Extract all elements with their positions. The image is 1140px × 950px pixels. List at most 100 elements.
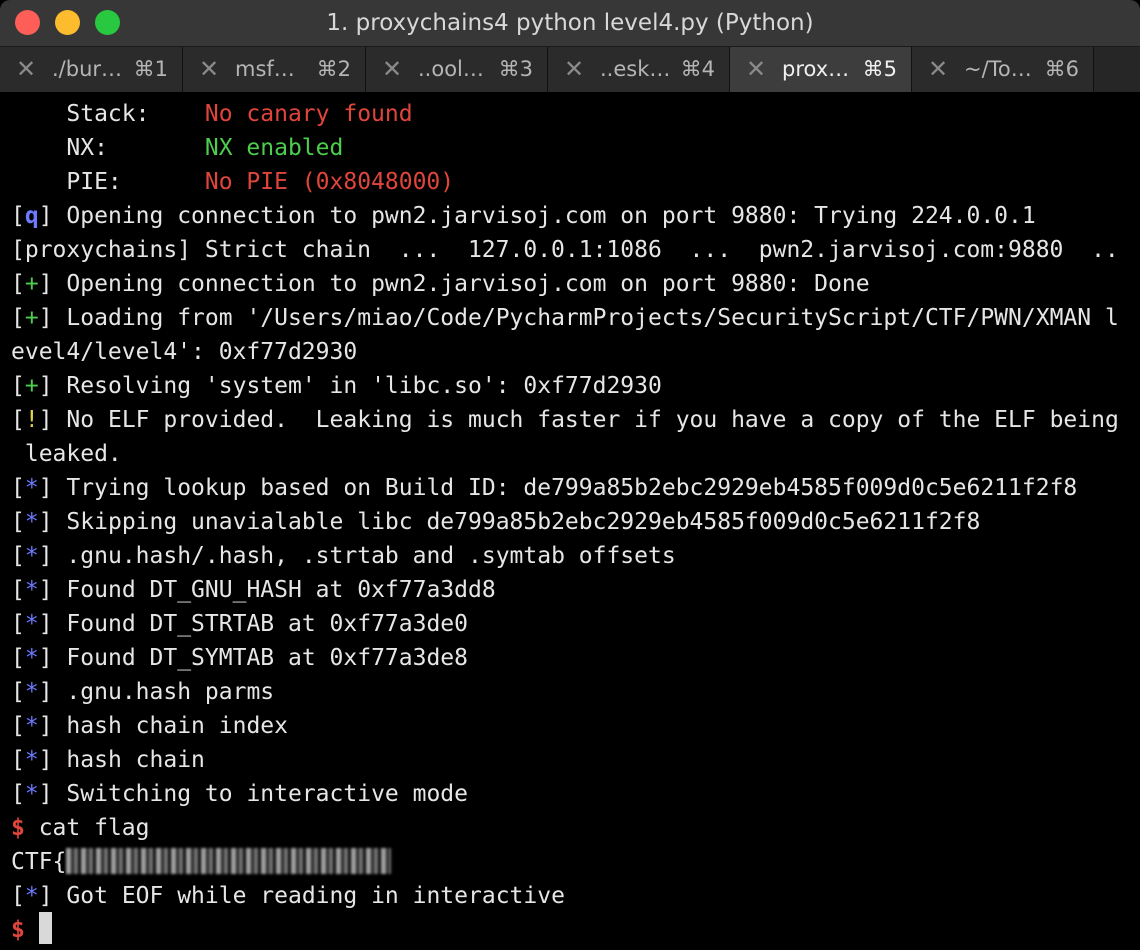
checksec-key: PIE: bbox=[11, 169, 205, 195]
log-text: .gnu.hash/.hash, .strtab and .symtab off… bbox=[52, 543, 676, 569]
checksec-value: NX enabled bbox=[204, 135, 344, 161]
tab-bar: ✕ ./bur… ⌘1 ✕ msf… ⌘2 ✕ ..ool… ⌘3 ✕ ..es… bbox=[0, 46, 1140, 92]
close-icon[interactable]: ✕ bbox=[928, 47, 948, 92]
log-tag: * bbox=[24, 509, 39, 535]
log-tag: + bbox=[24, 271, 39, 297]
tab-label: prox… bbox=[782, 57, 850, 81]
tab-5[interactable]: ✕ prox… ⌘5 bbox=[730, 47, 912, 92]
checksec-key: NX: bbox=[11, 135, 205, 161]
close-icon[interactable]: ✕ bbox=[16, 47, 36, 92]
log-text: Found DT_STRTAB at 0xf77a3de0 bbox=[52, 611, 468, 637]
log-text: Opening connection to pwn2.jarvisoj.com … bbox=[52, 203, 1036, 229]
log-line: [*] .gnu.hash parms bbox=[11, 679, 275, 705]
tab-shortcut: ⌘5 bbox=[862, 57, 897, 81]
tab-2[interactable]: ✕ msf… ⌘2 bbox=[183, 47, 366, 92]
tab-label: msf… bbox=[235, 57, 295, 81]
log-line: [*] Found DT_GNU_HASH at 0xf77a3dd8 bbox=[11, 577, 496, 603]
log-line: [*] Skipping unavialable libc de799a85b2… bbox=[11, 509, 981, 535]
log-tag: * bbox=[24, 713, 39, 739]
log-text: hash chain bbox=[52, 747, 205, 773]
close-icon[interactable]: ✕ bbox=[564, 47, 584, 92]
log-tag: * bbox=[24, 543, 39, 569]
tab-shortcut: ⌘3 bbox=[498, 57, 533, 81]
window-title: 1. proxychains4 python level4.py (Python… bbox=[326, 10, 814, 36]
terminal-output[interactable]: Stack: No canary found NX: NX enabled PI… bbox=[0, 92, 1140, 950]
checksec-key: Stack: bbox=[11, 101, 205, 127]
log-text: evel4/level4': 0xf77d2930 bbox=[11, 339, 358, 365]
tab-label: ..ool… bbox=[418, 57, 484, 81]
log-text: Skipping unavialable libc de799a85b2ebc2… bbox=[52, 509, 981, 535]
log-text: Resolving 'system' in 'libc.so': 0xf77d2… bbox=[52, 373, 662, 399]
log-tag: * bbox=[24, 679, 39, 705]
log-line: evel4/level4': 0xf77d2930 bbox=[11, 335, 357, 369]
log-text: Found DT_SYMTAB at 0xf77a3de8 bbox=[52, 645, 468, 671]
title-bar: 1. proxychains4 python level4.py (Python… bbox=[0, 0, 1140, 46]
shell-prompt: $ bbox=[11, 917, 25, 943]
log-tag: ! bbox=[24, 407, 39, 433]
log-tag: * bbox=[24, 475, 39, 501]
log-text: Trying lookup based on Build ID: de799a8… bbox=[52, 475, 1078, 501]
log-line: [+] Opening connection to pwn2.jarvisoj.… bbox=[11, 271, 870, 297]
log-tag: + bbox=[24, 373, 39, 399]
shell-prompt: $ bbox=[11, 815, 25, 841]
text-cursor bbox=[39, 912, 52, 944]
log-text: Opening connection to pwn2.jarvisoj.com … bbox=[52, 271, 870, 297]
log-text: Got EOF while reading in interactive bbox=[52, 883, 565, 909]
log-tag: + bbox=[24, 305, 39, 331]
tab-1[interactable]: ✕ ./bur… ⌘1 bbox=[0, 47, 183, 92]
log-line: [*] .gnu.hash/.hash, .strtab and .symtab… bbox=[11, 543, 676, 569]
log-line: [*] hash chain bbox=[11, 747, 205, 773]
log-text: hash chain index bbox=[52, 713, 288, 739]
command-text: cat flag bbox=[24, 815, 150, 841]
log-tag: * bbox=[24, 883, 39, 909]
log-line: leaked. bbox=[11, 437, 122, 471]
log-tag: * bbox=[24, 577, 39, 603]
log-line: [*] Found DT_STRTAB at 0xf77a3de0 bbox=[11, 611, 468, 637]
checksec-value: No PIE (0x8048000) bbox=[204, 169, 455, 195]
log-line: [*] hash chain index bbox=[11, 713, 288, 739]
tab-label: ~/To… bbox=[964, 57, 1032, 81]
checksec-nx-line: NX: NX enabled bbox=[11, 131, 343, 165]
tab-label: ..esk… bbox=[600, 57, 671, 81]
tab-3[interactable]: ✕ ..ool… ⌘3 bbox=[366, 47, 548, 92]
log-line: [+] Loading from '/Users/miao/Code/Pycha… bbox=[11, 305, 1119, 331]
command-line: $ cat flag bbox=[11, 811, 149, 845]
log-tag: q bbox=[24, 203, 39, 229]
log-tag: * bbox=[24, 645, 39, 671]
log-line: [*] Switching to interactive mode bbox=[11, 781, 468, 807]
log-text: Found DT_GNU_HASH at 0xf77a3dd8 bbox=[52, 577, 496, 603]
log-line: [!] No ELF provided. Leaking is much fas… bbox=[11, 407, 1119, 433]
log-text: Loading from '/Users/miao/Code/PycharmPr… bbox=[52, 305, 1119, 331]
redacted-flag bbox=[66, 848, 392, 874]
log-line: [q] Opening connection to pwn2.jarvisoj.… bbox=[11, 203, 1036, 229]
tab-shortcut: ⌘6 bbox=[1044, 57, 1079, 81]
log-tag: * bbox=[24, 747, 39, 773]
log-line: [+] Resolving 'system' in 'libc.so': 0xf… bbox=[11, 373, 662, 399]
checksec-pie-line: PIE: No PIE (0x8048000) bbox=[11, 165, 454, 199]
checksec-stack-line: Stack: No canary found bbox=[11, 97, 412, 131]
eof-line: [*] Got EOF while reading in interactive bbox=[11, 883, 565, 909]
log-text: [proxychains] Strict chain ... 127.0.0.1… bbox=[11, 237, 1119, 263]
flag-line: CTF{ bbox=[11, 845, 392, 879]
tab-shortcut: ⌘2 bbox=[316, 57, 351, 81]
final-prompt-line: $ bbox=[11, 913, 25, 947]
tab-6[interactable]: ✕ ~/To… ⌘6 bbox=[912, 47, 1094, 92]
log-text: .gnu.hash parms bbox=[52, 679, 275, 705]
tab-4[interactable]: ✕ ..esk… ⌘4 bbox=[548, 47, 730, 92]
log-line: [*] Found DT_SYMTAB at 0xf77a3de8 bbox=[11, 645, 468, 671]
log-text: Switching to interactive mode bbox=[52, 781, 468, 807]
flag-prefix: CTF{ bbox=[11, 849, 67, 875]
log-tag: * bbox=[24, 781, 39, 807]
log-tag: * bbox=[24, 611, 39, 637]
log-line: [*] Trying lookup based on Build ID: de7… bbox=[11, 475, 1078, 501]
terminal-window: 1. proxychains4 python level4.py (Python… bbox=[0, 0, 1140, 950]
close-icon[interactable]: ✕ bbox=[382, 47, 402, 92]
log-text: leaked. bbox=[11, 441, 122, 467]
close-icon[interactable]: ✕ bbox=[746, 47, 766, 92]
log-text: No ELF provided. Leaking is much faster … bbox=[52, 407, 1119, 433]
close-icon[interactable]: ✕ bbox=[199, 47, 219, 92]
tab-shortcut: ⌘4 bbox=[680, 57, 715, 81]
tab-label: ./bur… bbox=[52, 57, 123, 81]
tab-shortcut: ⌘1 bbox=[133, 57, 168, 81]
log-line: [proxychains] Strict chain ... 127.0.0.1… bbox=[11, 233, 1119, 267]
